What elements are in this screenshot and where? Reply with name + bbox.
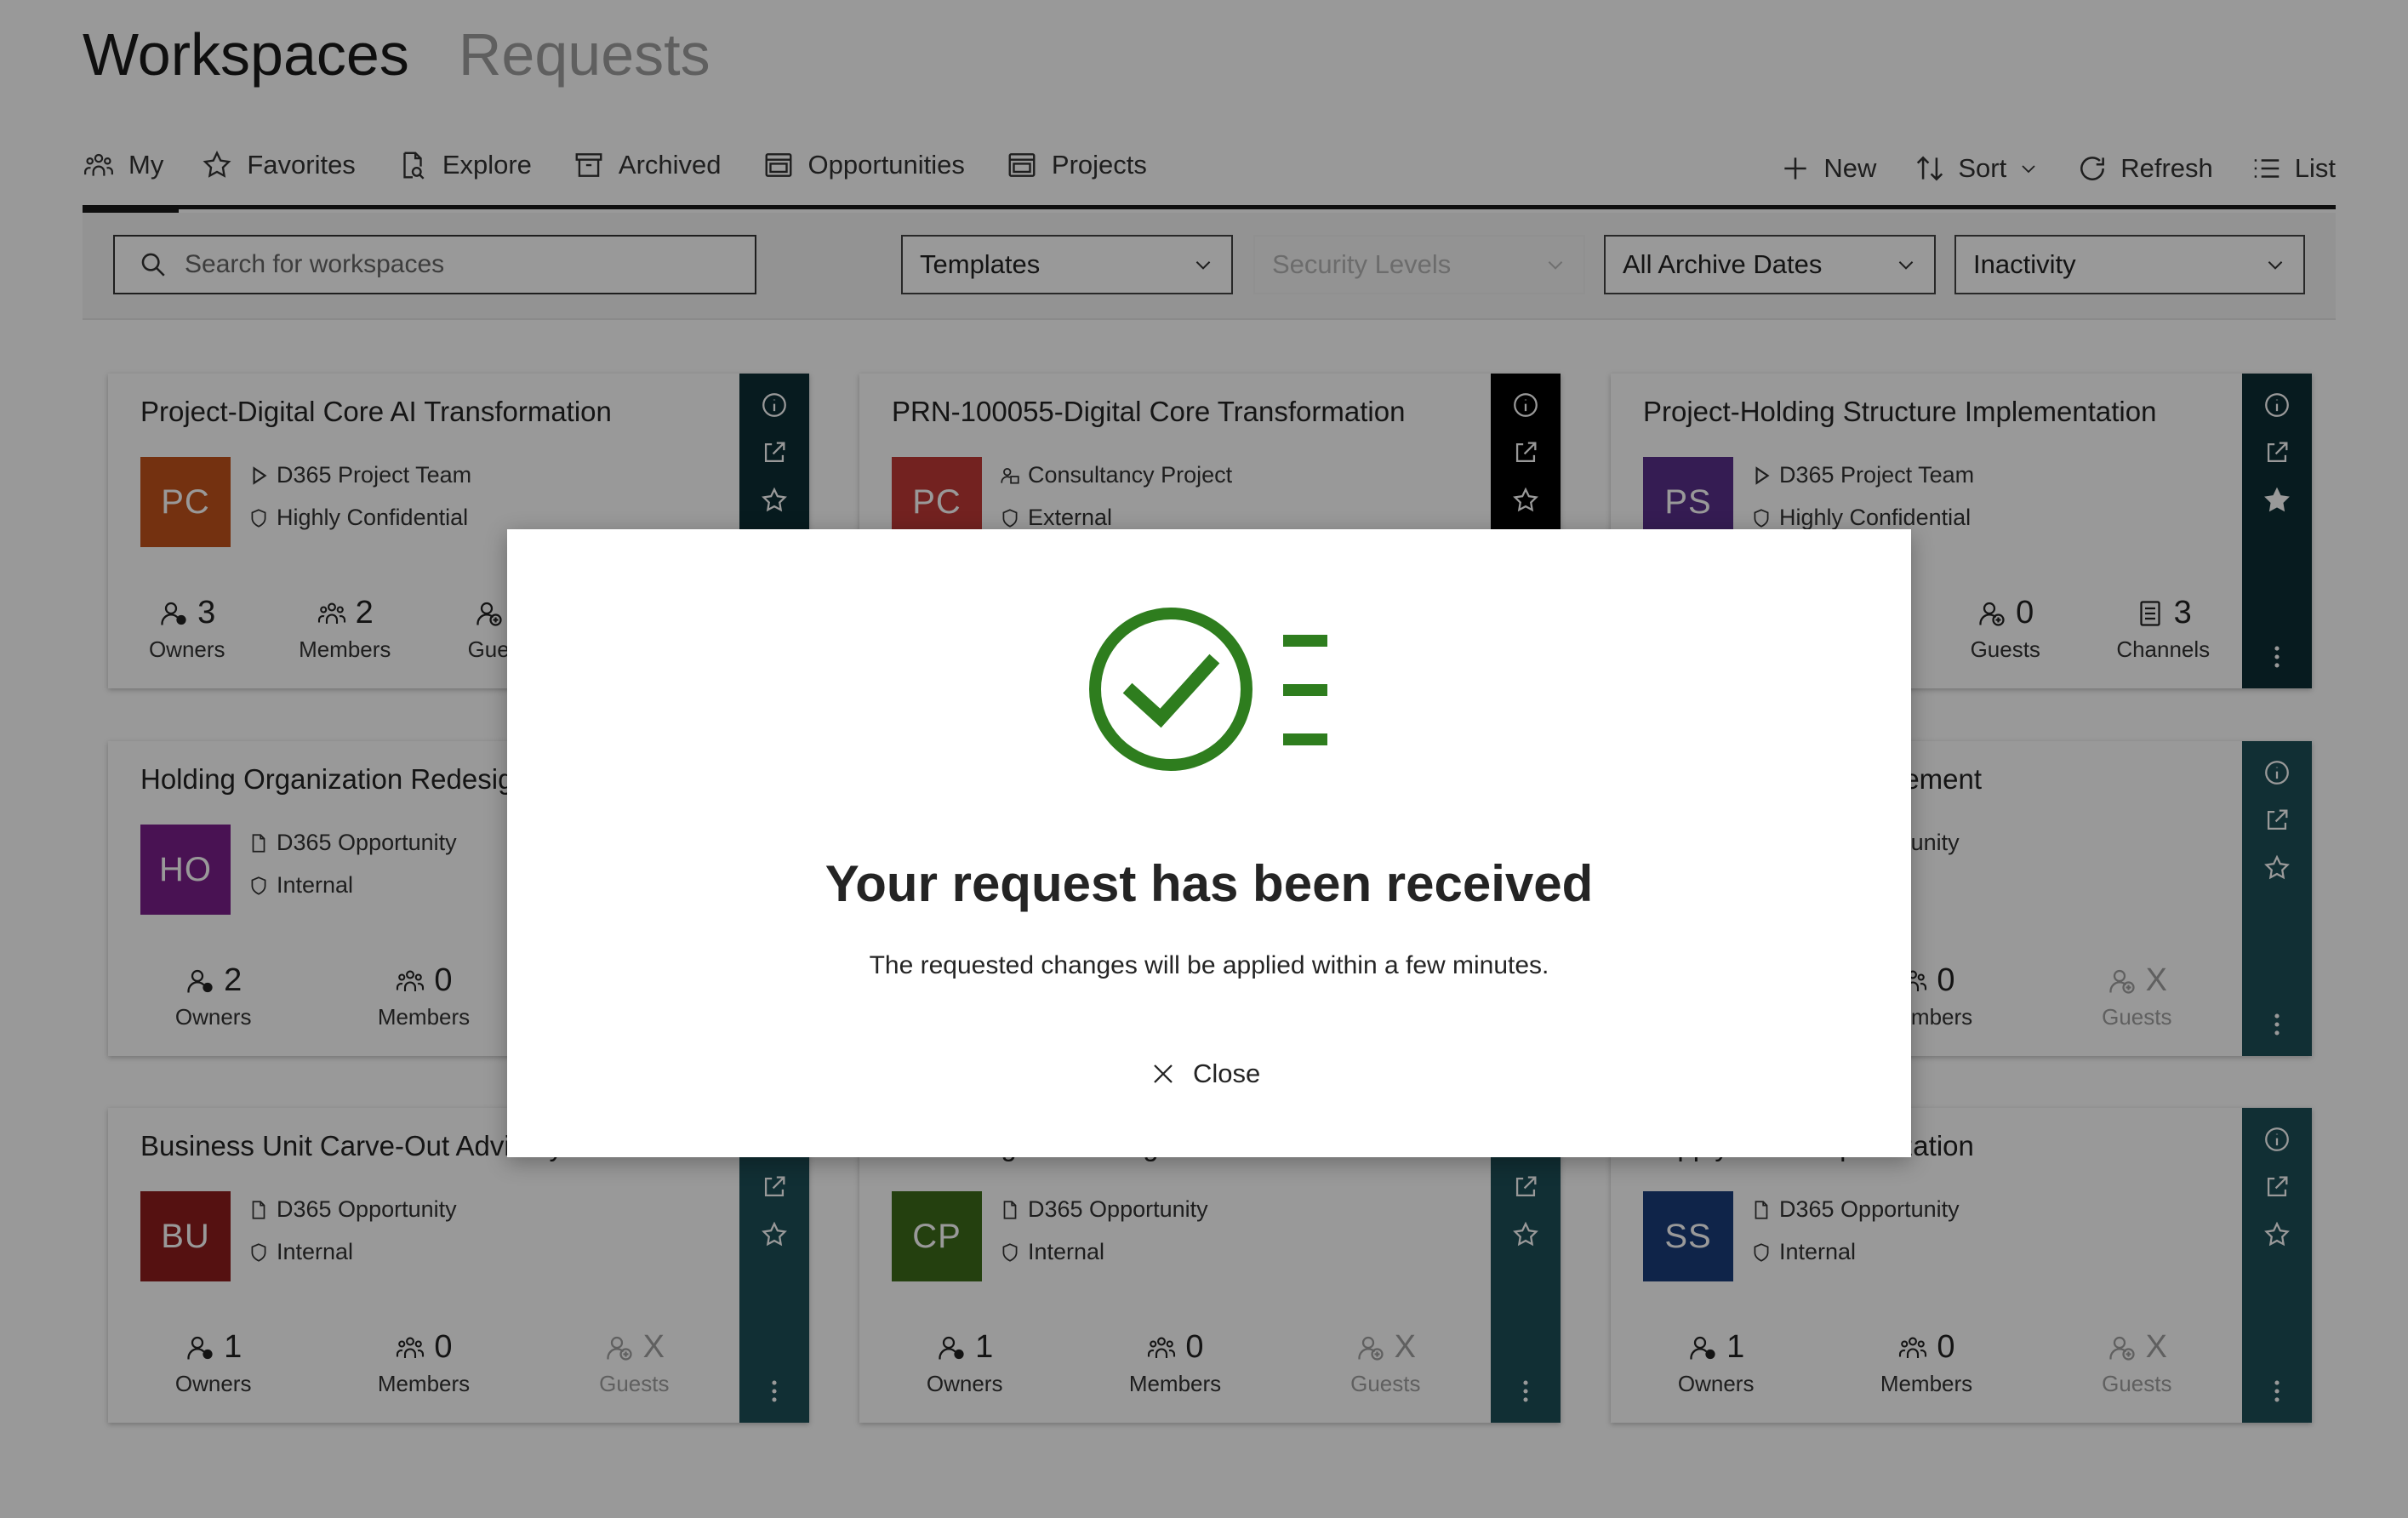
close-label: Close — [1193, 1059, 1261, 1088]
close-icon — [1150, 1061, 1176, 1087]
request-received-icon — [1089, 608, 1327, 771]
dialog-message: The requested changes will be applied wi… — [869, 951, 1549, 979]
close-button[interactable]: Close — [1150, 1048, 1270, 1099]
dialog-title: Your request has been received — [825, 855, 1594, 912]
